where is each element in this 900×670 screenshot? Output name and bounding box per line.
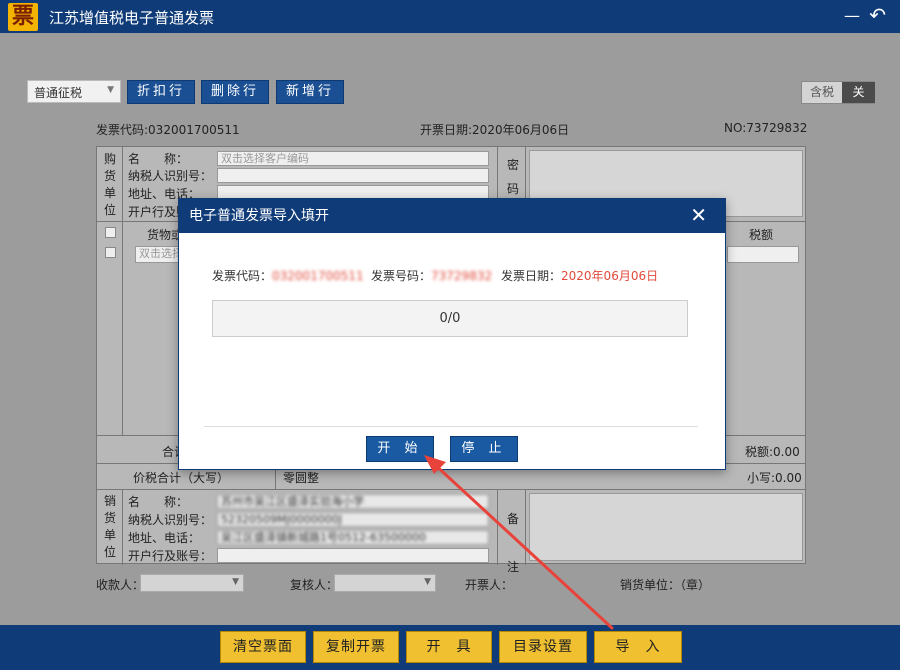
import-progress: 0/0: [212, 300, 688, 337]
minimize-icon[interactable]: —: [844, 6, 860, 25]
remark-area[interactable]: [529, 493, 803, 561]
invoice-code: 发票代码:032001700511: [96, 123, 240, 137]
buyer-name-label: 名 称：: [128, 152, 189, 166]
buyer-label-char: 购: [103, 152, 116, 166]
seller-bank-label: 开户行及账号：: [128, 549, 213, 563]
tax-type-value: 普通征税: [34, 86, 83, 100]
seller-label-char: 位: [103, 545, 116, 559]
clear-form-button[interactable]: 清空票面: [220, 631, 306, 663]
tax-type-select[interactable]: 普通征税 ▼: [27, 80, 121, 103]
import-dialog: 电子普通发票导入填开 ✕ 发票代码：032001700511 发票号码：7372…: [178, 198, 726, 470]
divider: [122, 489, 123, 565]
seller-label-char: 销: [103, 494, 116, 508]
tax-amount-header: 税额: [749, 228, 774, 242]
select-all-checkbox[interactable]: [105, 227, 116, 238]
directory-settings-button[interactable]: 目录设置: [499, 631, 587, 663]
dialog-code-value: 032001700511: [272, 269, 364, 283]
seller-address-label: 地址、电话：: [128, 531, 201, 545]
price-tax-total-label: 价税合计（大写）: [133, 471, 230, 485]
chevron-down-icon: ▼: [232, 577, 239, 587]
issue-invoice-button[interactable]: 开 具: [406, 631, 492, 663]
tax-toggle-on-label: 含税: [802, 82, 842, 103]
row-checkbox[interactable]: [105, 247, 116, 258]
buyer-label-char: 单: [103, 186, 116, 200]
discount-row-button[interactable]: 折扣行: [127, 80, 195, 104]
remark-label-char: 备: [506, 512, 519, 526]
dialog-date-label: 发票日期：: [501, 269, 562, 283]
tax-amount-field[interactable]: [727, 246, 799, 263]
capital-amount-value: 零圆整: [283, 471, 320, 485]
chevron-down-icon: ▼: [107, 85, 114, 95]
divider: [97, 489, 805, 490]
seller-address-field[interactable]: 吴江区盛泽镇新城路1号0512-63500000: [217, 530, 489, 545]
buyer-taxid-field[interactable]: [217, 168, 489, 183]
dialog-number-value: 73729832: [431, 269, 493, 283]
seller-taxid-label: 纳税人识别号：: [128, 513, 213, 527]
buyer-taxid-label: 纳税人识别号：: [128, 169, 213, 183]
buyer-name-field[interactable]: 双击选择客户编码: [217, 151, 489, 166]
drawer-label: 开票人：: [465, 578, 514, 592]
seller-name-field[interactable]: 苏州市吴江区盛泽实验海小学: [217, 494, 489, 509]
invoice-number: NO:73729832: [724, 121, 808, 135]
import-button[interactable]: 导 入: [594, 631, 682, 663]
add-row-button[interactable]: 新增行: [276, 80, 344, 104]
seller-label-char: 单: [103, 528, 116, 542]
chevron-down-icon: ▼: [424, 577, 431, 587]
app-title: 江苏增值税电子普通发票: [49, 9, 215, 27]
tax-total-value: 税额:0.00: [745, 445, 800, 459]
password-label-char: 密: [506, 158, 519, 172]
divider: [204, 426, 698, 427]
seller-bank-field[interactable]: [217, 548, 489, 563]
stop-button[interactable]: 停 止: [450, 436, 518, 462]
divider: [122, 147, 123, 221]
tax-toggle-off-label: 关: [842, 82, 875, 103]
password-area-label: 密 码: [502, 153, 524, 201]
delete-row-button[interactable]: 删除行: [201, 80, 269, 104]
seller-name-label: 名 称：: [128, 495, 189, 509]
start-button[interactable]: 开 始: [366, 436, 434, 462]
dialog-date-info: 发票日期：2020年06月06日: [501, 267, 658, 284]
divider: [497, 489, 498, 565]
dialog-title: 电子普通发票导入填开: [189, 208, 329, 224]
title-bar: 票 江苏增值税电子普通发票 — ↶: [0, 0, 900, 33]
reviewer-select[interactable]: ▼: [334, 574, 436, 592]
buyer-section-label: 购 货 单 位: [99, 151, 121, 219]
payee-select[interactable]: ▼: [140, 574, 244, 592]
dialog-code-info: 发票代码：032001700511: [212, 267, 364, 284]
divider: [525, 489, 526, 565]
small-amount-value: 小写:0.00: [747, 471, 802, 485]
dialog-number-label: 发票号码：: [371, 269, 432, 283]
seller-taxid-field[interactable]: 52320509MJ0000000J: [217, 512, 489, 527]
close-icon[interactable]: ✕: [690, 203, 707, 227]
tax-included-toggle[interactable]: 含税 关: [801, 81, 875, 104]
dialog-header: 电子普通发票导入填开: [179, 199, 725, 233]
back-icon[interactable]: ↶: [869, 3, 886, 27]
buyer-label-char: 货: [103, 169, 116, 183]
dialog-number-info: 发票号码：73729832: [371, 267, 492, 284]
invoice-date: 开票日期:2020年06月06日: [420, 123, 570, 137]
seller-label-char: 货: [103, 511, 116, 525]
copy-invoice-button[interactable]: 复制开票: [313, 631, 399, 663]
reviewer-label: 复核人：: [290, 578, 339, 592]
divider: [122, 221, 123, 435]
app-logo-icon: 票: [8, 3, 38, 31]
buyer-label-char: 位: [103, 203, 116, 217]
seller-section-label: 销 货 单 位: [99, 493, 121, 561]
payee-label: 收款人：: [96, 578, 145, 592]
seller-seal-label: 销货单位：（章）: [620, 578, 711, 592]
dialog-date-value: 2020年06月06日: [561, 269, 659, 283]
dialog-code-label: 发票代码：: [212, 269, 273, 283]
